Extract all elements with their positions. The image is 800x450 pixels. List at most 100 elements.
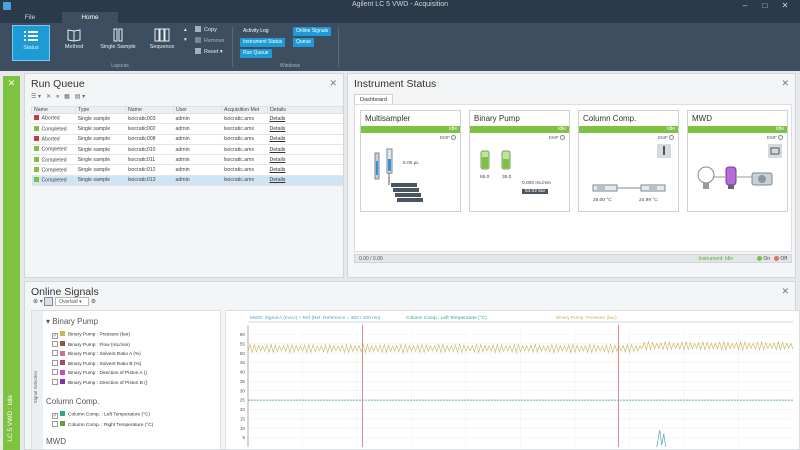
module-column-comp[interactable]: Column Comp. Idle EMF 25.00 °C 24.99 °C: [578, 110, 679, 212]
copy-command[interactable]: Copy: [195, 26, 217, 35]
module-mwd[interactable]: MWD Idle EMF: [687, 110, 788, 212]
status-indicator-icon: [33, 177, 39, 183]
online-signals-chart[interactable]: MWD: Signal A (mAU) + Ref (Ref. Referenc…: [225, 310, 800, 450]
filter-icon[interactable]: ▤ ▾: [75, 94, 85, 100]
cell-text: Completed: [41, 126, 67, 133]
on-icon[interactable]: [757, 256, 763, 261]
tab-dashboard[interactable]: Dashboard: [354, 94, 393, 104]
signal-item[interactable]: Binary Pump : Solvent Ratio A (%): [52, 350, 141, 358]
group-column-comp[interactable]: Column Comp.: [46, 397, 99, 406]
online-signals-close-icon[interactable]: ✕: [781, 286, 789, 297]
remove-command[interactable]: Remove: [195, 37, 224, 46]
maximize-icon[interactable]: □: [755, 0, 775, 11]
cell-details[interactable]: Details: [267, 144, 343, 156]
small-scroll-down[interactable]: ▾: [184, 36, 187, 45]
col-header-details[interactable]: Details: [267, 106, 343, 114]
run-queue-close-icon[interactable]: ✕: [329, 78, 337, 89]
on-label[interactable]: On: [763, 256, 770, 262]
col-header-name[interactable]: Name: [125, 106, 174, 114]
pause-icon[interactable]: ⏸: [56, 94, 59, 100]
status-button[interactable]: Status: [12, 25, 50, 61]
signal-item[interactable]: Binary Pump : Solvent Ratio B (%): [52, 359, 141, 368]
tab-home[interactable]: Home: [62, 12, 118, 23]
cell-type: Single sample: [75, 154, 126, 166]
single-sample-button[interactable]: Single Sample: [96, 25, 140, 61]
signal-item[interactable]: Binary Pump : Direction of Piston B (): [52, 378, 147, 387]
grid-icon[interactable]: ▦: [64, 94, 70, 100]
off-label[interactable]: Off: [780, 256, 787, 262]
cell-details[interactable]: Details: [267, 123, 343, 135]
instrument-side-strip[interactable]: ✕ LC 5 VWD : Idle: [3, 76, 20, 450]
cell-details[interactable]: Details: [267, 113, 343, 125]
table-row[interactable]: Completed Single sample Isocratic013 admin I…: [31, 175, 343, 187]
method-button[interactable]: Method: [55, 25, 93, 61]
table-row[interactable]: Completed Single sample Isocratic010 admin I…: [31, 144, 343, 156]
col-header-status[interactable]: Name: [31, 106, 76, 114]
signal-checkbox[interactable]: ✓: [52, 412, 58, 419]
cell-details[interactable]: Details: [267, 175, 343, 187]
lamp-detector-icon: [697, 166, 773, 189]
off-icon[interactable]: [774, 256, 780, 261]
settings-icon[interactable]: ⚙: [91, 299, 96, 305]
activity-log-button[interactable]: Activity Log: [240, 27, 272, 36]
module-multisampler[interactable]: Multisampler Idle EMF 5.00 µL: [360, 110, 461, 212]
sequence-button[interactable]: Sequence: [143, 25, 181, 61]
cell-text: Isocratic011: [127, 156, 156, 163]
signal-checkbox[interactable]: [52, 369, 58, 375]
online-signals-button[interactable]: Online Signals: [293, 27, 332, 36]
y-tick-label: 30: [240, 388, 246, 393]
select-signals-icon[interactable]: [44, 297, 54, 306]
signal-checkbox[interactable]: [52, 359, 58, 366]
cell-details[interactable]: Details: [267, 134, 343, 145]
run-queue-button[interactable]: Run Queue: [240, 49, 272, 58]
signal-checkbox[interactable]: [52, 420, 58, 427]
tab-file[interactable]: File: [14, 12, 46, 23]
signal-item[interactable]: ✓ Column Comp. : Left Temperature (°C): [52, 411, 150, 419]
signal-color-swatch: [60, 369, 65, 375]
signal-checkbox[interactable]: [52, 350, 58, 356]
view-mode-select[interactable]: Overlaid ▾: [55, 297, 90, 306]
table-row[interactable]: Completed Single sample Isocratic002 admin I…: [31, 123, 343, 135]
group-binary-pump[interactable]: ▾ Binary Pump: [46, 317, 98, 326]
solvent-a-ratio: 65.0: [480, 175, 490, 180]
monitor-icon: [768, 144, 782, 158]
table-row[interactable]: Aborted Single sample Isocratic003 admin Iso…: [31, 113, 343, 125]
instrument-status-close-icon[interactable]: ✕: [781, 78, 789, 89]
minimize-icon[interactable]: –: [735, 0, 755, 11]
queue-button[interactable]: Queue: [293, 38, 315, 47]
table-row[interactable]: Completed Single sample Isocratic012 admin I…: [31, 164, 343, 176]
signal-selector-tab[interactable]: Signal Selection: [32, 311, 43, 449]
reset-command[interactable]: Reset ▾: [195, 48, 223, 57]
instrument-status-button[interactable]: Instrument Status: [240, 38, 286, 47]
module-binary-pump[interactable]: Binary Pump Idle EMF 65.0 35.0 0.000 mL/…: [469, 110, 570, 212]
signal-item[interactable]: ✓ Binary Pump : Pressure (bar): [52, 331, 130, 339]
signal-checkbox[interactable]: [52, 378, 58, 385]
zoom-icon[interactable]: ⊕ ▾: [33, 299, 43, 305]
col-header-type[interactable]: Type: [75, 106, 126, 114]
cell-details[interactable]: Details: [267, 164, 343, 176]
group-mwd[interactable]: MWD: [46, 437, 66, 446]
cancel-icon[interactable]: ✕: [46, 94, 51, 100]
signal-checkbox[interactable]: ✓: [52, 332, 58, 339]
solvent-b-ratio: 35.0: [502, 175, 512, 180]
col-header-method[interactable]: Acquisition Met: [221, 106, 268, 114]
signal-plot: MWD: Signal A (mAU) + Ref (Ref. Referenc…: [240, 315, 794, 448]
cell-name: Isocratic002: [125, 123, 174, 135]
cell-details[interactable]: Details: [267, 154, 343, 166]
ribbon-separator-2: [338, 27, 339, 67]
signal-item[interactable]: Binary Pump : Flow (mL/min): [52, 340, 130, 349]
table-row[interactable]: Aborted Single sample Isocratic008 admin Iso…: [31, 134, 343, 145]
signal-item[interactable]: Binary Pump : Direction of Piston A (): [52, 369, 147, 377]
power-controls: On Off: [757, 255, 787, 263]
close-strip-icon[interactable]: ✕: [3, 78, 20, 89]
signal-checkbox[interactable]: [52, 340, 58, 347]
menu-icon[interactable]: ☰ ▾: [31, 94, 41, 100]
status-indicator-icon: [33, 146, 39, 152]
cell-user: admin: [173, 134, 222, 145]
signal-item[interactable]: Column Comp. : Right Temperature (°C): [52, 420, 153, 429]
col-header-user[interactable]: User: [173, 106, 222, 114]
small-scroll-up[interactable]: ▴: [184, 26, 187, 35]
close-window-icon[interactable]: ✕: [775, 0, 795, 11]
cell-text: Isocratic003: [127, 115, 156, 122]
table-row[interactable]: Completed Single sample Isocratic011 admin I…: [31, 154, 343, 166]
